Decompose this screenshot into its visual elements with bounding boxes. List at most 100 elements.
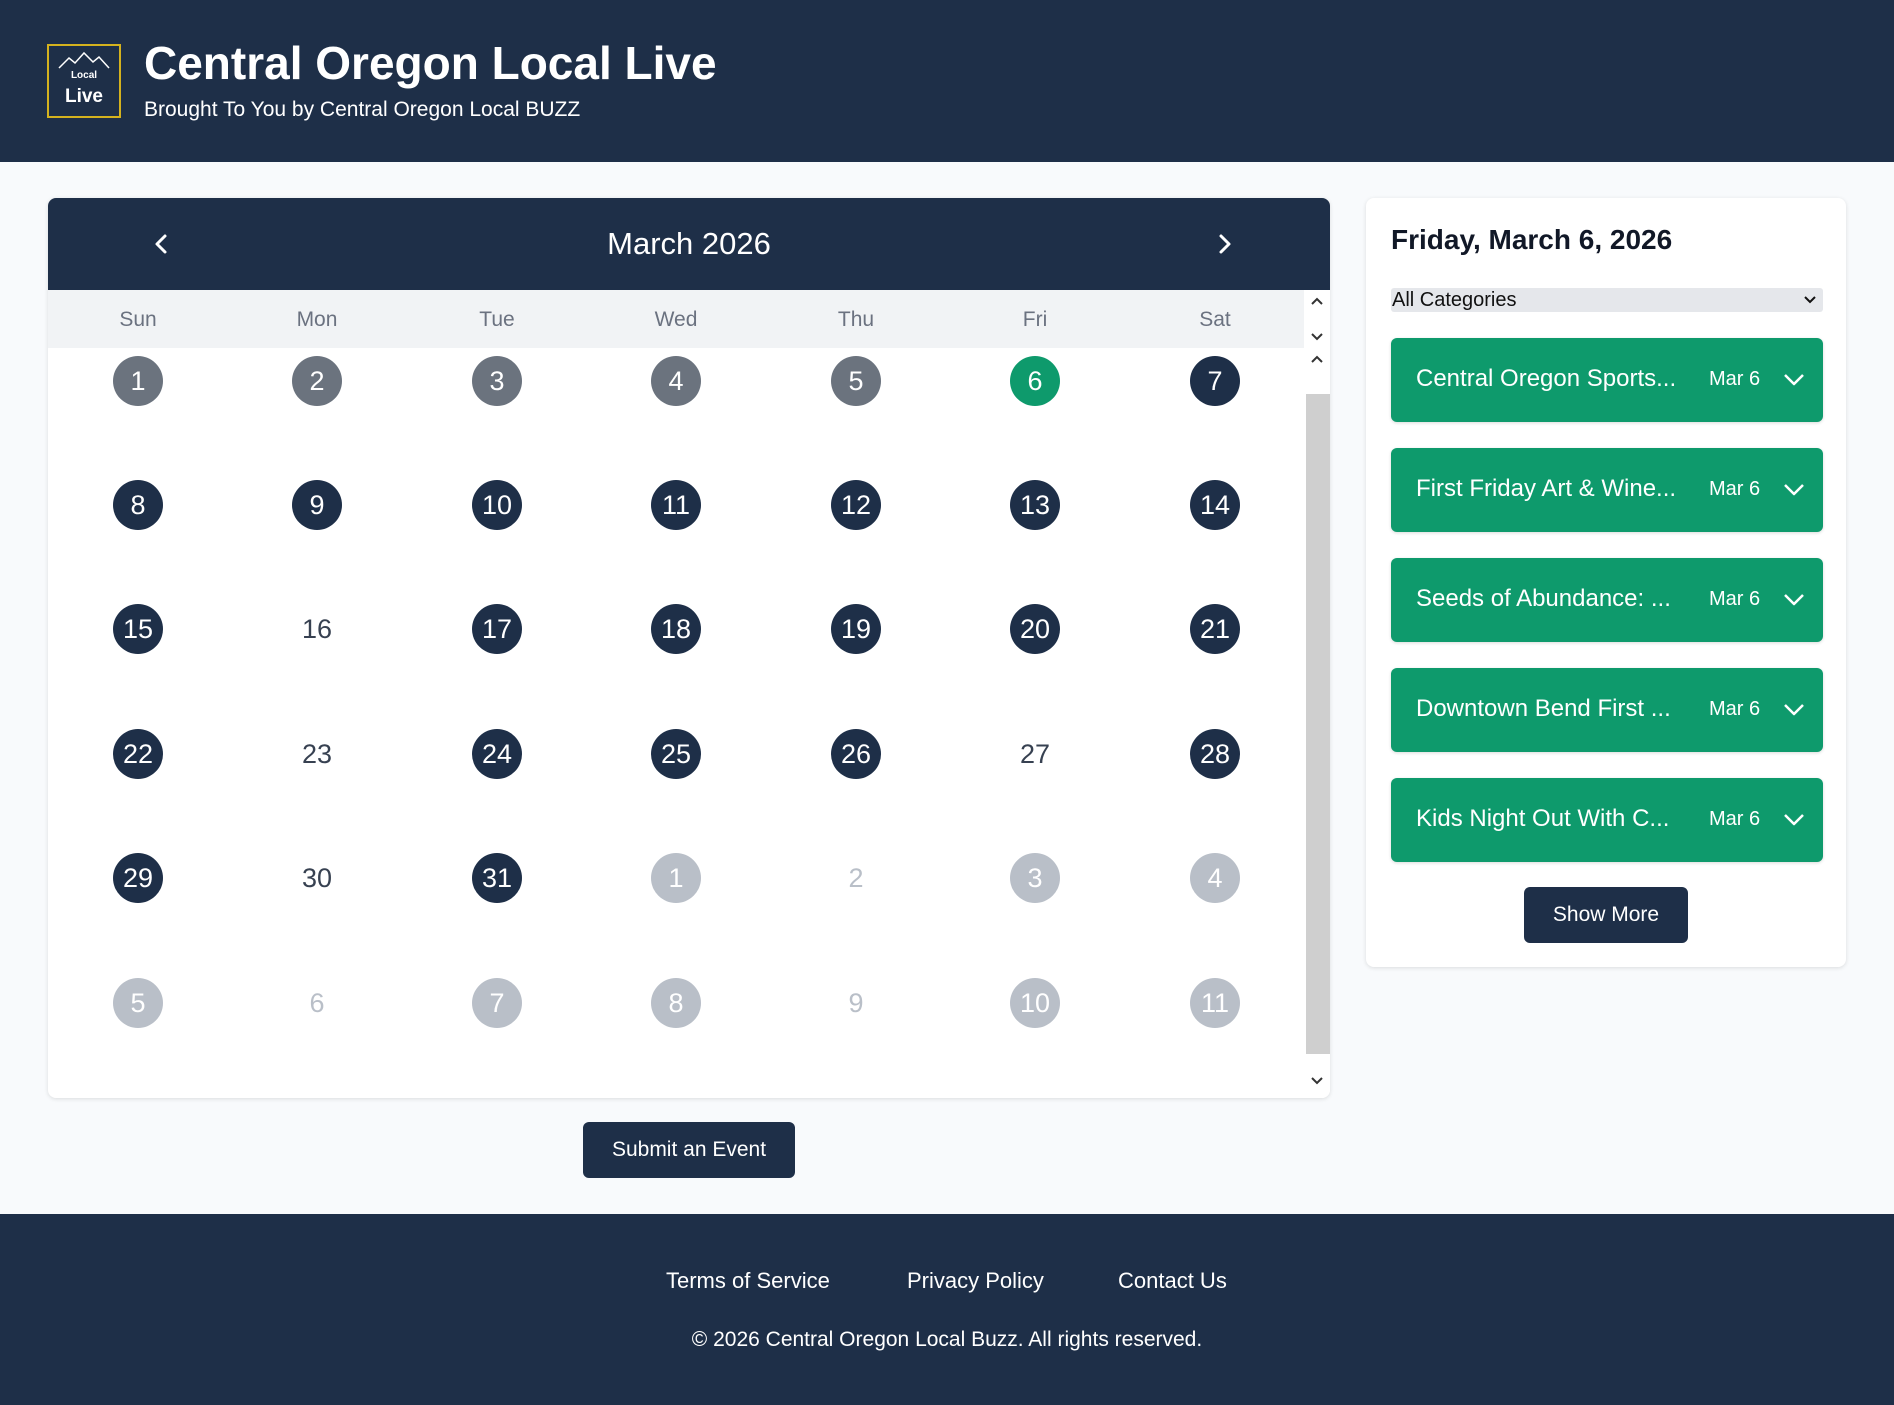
calendar-day[interactable]: 12	[831, 480, 881, 530]
calendar-day[interactable]: 26	[831, 729, 881, 779]
calendar-day[interactable]: 25	[651, 729, 701, 779]
category-select[interactable]: All Categories	[1391, 288, 1823, 312]
calendar-day[interactable]: 15	[113, 604, 163, 654]
chevron-down-icon[interactable]	[1783, 701, 1805, 717]
scrollbar-thumb[interactable]	[1306, 394, 1330, 1054]
events-panel: Friday, March 6, 2026 All Categories Cen…	[1366, 198, 1846, 967]
calendar-day[interactable]: 19	[831, 604, 881, 654]
site-subtitle: Brought To You by Central Oregon Local B…	[144, 98, 581, 121]
calendar-day[interactable]: 6	[1010, 356, 1060, 406]
site-footer: Terms of Service Privacy Policy Contact …	[0, 1214, 1894, 1405]
event-name: First Friday Art & Wine...	[1416, 475, 1677, 502]
next-month-button[interactable]	[1204, 224, 1244, 264]
calendar-day[interactable]: 7	[472, 978, 522, 1028]
calendar-day[interactable]: 27	[1010, 729, 1060, 779]
calendar-day[interactable]: 2	[292, 356, 342, 406]
event-card[interactable]: First Friday Art & Wine... Mar 6	[1391, 448, 1823, 532]
calendar-day[interactable]: 31	[472, 853, 522, 903]
event-date: Mar 6	[1709, 478, 1761, 500]
weekday-label: Mon	[296, 308, 338, 331]
calendar-day[interactable]: 3	[1010, 853, 1060, 903]
logo-text-bottom: Live	[64, 86, 104, 107]
calendar-day[interactable]: 8	[651, 978, 701, 1028]
event-name: Central Oregon Sports...	[1416, 365, 1677, 392]
calendar-header: March 2026	[48, 198, 1330, 290]
weekday-header: Sun Mon Tue Wed Thu Fri Sat	[48, 290, 1304, 348]
calendar-day[interactable]: 5	[113, 978, 163, 1028]
privacy-link[interactable]: Privacy Policy	[907, 1268, 1044, 1294]
event-card[interactable]: Downtown Bend First ... Mar 6	[1391, 668, 1823, 752]
event-name: Seeds of Abundance: ...	[1416, 585, 1671, 612]
calendar-scrollbar[interactable]	[1304, 290, 1330, 1098]
event-date: Mar 6	[1709, 368, 1761, 390]
contact-link[interactable]: Contact Us	[1118, 1268, 1227, 1294]
scroll-up-icon[interactable]	[1309, 352, 1325, 368]
calendar-day[interactable]: 1	[113, 356, 163, 406]
show-more-button[interactable]: Show More	[1524, 887, 1688, 943]
calendar-day[interactable]: 23	[292, 729, 342, 779]
scroll-up-icon[interactable]	[1309, 294, 1325, 310]
calendar-day[interactable]: 14	[1190, 480, 1240, 530]
calendar-day[interactable]: 13	[1010, 480, 1060, 530]
event-card[interactable]: Central Oregon Sports... Mar 6	[1391, 338, 1823, 422]
category-select-value: All Categories	[1392, 289, 1517, 311]
mountain-logo-icon	[58, 51, 110, 69]
calendar-day[interactable]: 21	[1190, 604, 1240, 654]
calendar-day[interactable]: 18	[651, 604, 701, 654]
weekday-label: Tue	[479, 308, 515, 331]
event-card[interactable]: Kids Night Out With C... Mar 6	[1391, 778, 1823, 862]
calendar: March 2026 Sun Mon Tue Wed Thu Fri Sat 1…	[48, 198, 1330, 1098]
site-title: Central Oregon Local Live	[144, 37, 717, 89]
terms-link[interactable]: Terms of Service	[666, 1268, 830, 1294]
calendar-day[interactable]: 20	[1010, 604, 1060, 654]
copyright-text: © 2026 Central Oregon Local Buzz. All ri…	[691, 1328, 1203, 1351]
calendar-day[interactable]: 1	[651, 853, 701, 903]
calendar-day[interactable]: 9	[831, 978, 881, 1028]
weekday-label: Thu	[837, 308, 875, 331]
scroll-down-icon[interactable]	[1309, 328, 1325, 344]
calendar-day[interactable]: 11	[1190, 978, 1240, 1028]
scroll-down-icon[interactable]	[1309, 1072, 1325, 1088]
calendar-day[interactable]: 29	[113, 853, 163, 903]
calendar-day[interactable]: 30	[292, 853, 342, 903]
weekday-label: Sun	[119, 308, 157, 331]
calendar-day[interactable]: 4	[1190, 853, 1240, 903]
calendar-day[interactable]: 5	[831, 356, 881, 406]
event-card[interactable]: Seeds of Abundance: ... Mar 6	[1391, 558, 1823, 642]
event-name: Kids Night Out With C...	[1416, 805, 1670, 832]
month-title: March 2026	[607, 226, 771, 261]
calendar-day[interactable]: 6	[292, 978, 342, 1028]
chevron-down-icon	[1804, 296, 1816, 304]
weekday-label: Fri	[1022, 308, 1048, 331]
site-logo[interactable]: Local Live	[47, 44, 121, 118]
calendar-day[interactable]: 17	[472, 604, 522, 654]
event-name: Downtown Bend First ...	[1416, 695, 1671, 722]
calendar-day[interactable]: 22	[113, 729, 163, 779]
calendar-day[interactable]: 11	[651, 480, 701, 530]
calendar-day[interactable]: 7	[1190, 356, 1240, 406]
chevron-down-icon[interactable]	[1783, 811, 1805, 827]
chevron-right-icon	[1219, 234, 1231, 254]
chevron-down-icon[interactable]	[1783, 591, 1805, 607]
event-date: Mar 6	[1709, 588, 1761, 610]
calendar-day[interactable]: 28	[1190, 729, 1240, 779]
calendar-day[interactable]: 8	[113, 480, 163, 530]
event-date: Mar 6	[1709, 698, 1761, 720]
calendar-day[interactable]: 16	[292, 604, 342, 654]
weekday-label: Wed	[654, 308, 698, 331]
logo-text-top: Local	[70, 70, 98, 81]
calendar-day[interactable]: 2	[831, 853, 881, 903]
calendar-day[interactable]: 3	[472, 356, 522, 406]
weekday-label: Sat	[1199, 308, 1231, 331]
chevron-down-icon[interactable]	[1783, 481, 1805, 497]
submit-event-button[interactable]: Submit an Event	[583, 1122, 795, 1178]
event-date: Mar 6	[1709, 808, 1761, 830]
site-header: Local Live Central Oregon Local Live Bro…	[0, 0, 1894, 162]
selected-date-heading: Friday, March 6, 2026	[1391, 224, 1673, 255]
calendar-day[interactable]: 4	[651, 356, 701, 406]
calendar-day[interactable]: 10	[472, 480, 522, 530]
calendar-day[interactable]: 9	[292, 480, 342, 530]
calendar-day[interactable]: 10	[1010, 978, 1060, 1028]
calendar-day[interactable]: 24	[472, 729, 522, 779]
chevron-down-icon[interactable]	[1783, 371, 1805, 387]
